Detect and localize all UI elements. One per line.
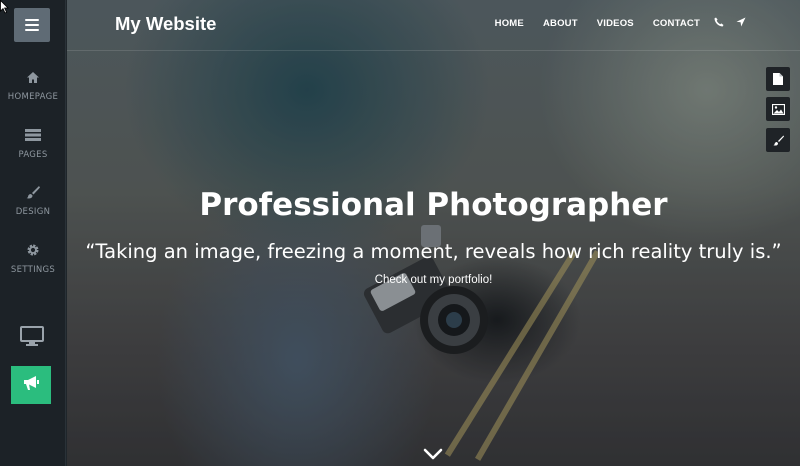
- hero-title: Professional Photographer: [199, 187, 668, 223]
- home-icon: [0, 68, 66, 86]
- top-navbar: My Website HOME ABOUT VIDEOS CONTACT: [67, 0, 800, 51]
- pages-icon: [0, 126, 66, 144]
- image-icon: [771, 100, 785, 119]
- brush-icon: [772, 131, 784, 150]
- sidebar-item-homepage[interactable]: HOMEPAGE: [0, 68, 66, 102]
- sidebar-item-label: HOMEPAGE: [7, 92, 59, 102]
- hero-background: [67, 0, 800, 466]
- monitor-icon[interactable]: [18, 326, 46, 348]
- image-tool-button[interactable]: [766, 97, 790, 121]
- nav-links: HOME ABOUT VIDEOS CONTACT: [495, 17, 800, 29]
- brush-icon: [0, 183, 66, 201]
- hamburger-line: [25, 24, 39, 26]
- hero-quote: “Taking an image, freezing a moment, rev…: [85, 240, 782, 263]
- sidebar-item-design[interactable]: DESIGN: [0, 183, 66, 217]
- sidebar-item-label: SETTINGS: [10, 265, 56, 275]
- sidebar-item-settings[interactable]: SETTINGS: [0, 241, 66, 275]
- promote-button[interactable]: [11, 366, 51, 404]
- nav-link-home[interactable]: HOME: [495, 18, 524, 29]
- nav-link-about[interactable]: ABOUT: [543, 18, 578, 29]
- gear-icon: [0, 241, 66, 259]
- hamburger-line: [25, 19, 39, 21]
- file-icon: [773, 70, 783, 89]
- menu-toggle-button[interactable]: [14, 8, 50, 42]
- file-tool-button[interactable]: [766, 67, 790, 91]
- megaphone-icon: [22, 375, 40, 395]
- sidebar-item-pages[interactable]: PAGES: [0, 126, 66, 160]
- brush-tool-button[interactable]: [766, 128, 790, 152]
- hamburger-line: [25, 29, 39, 31]
- sidebar-item-label: PAGES: [18, 150, 48, 160]
- location-arrow-icon[interactable]: [736, 17, 748, 29]
- editor-sidebar: HOMEPAGE PAGES DESIGN SETTINGS: [0, 0, 66, 466]
- nav-link-videos[interactable]: VIDEOS: [597, 18, 634, 29]
- nav-link-contact[interactable]: CONTACT: [653, 18, 700, 29]
- mouse-cursor: [0, 0, 9, 14]
- portfolio-link[interactable]: Check out my portfolio!: [67, 274, 800, 286]
- phone-icon[interactable]: [714, 17, 726, 29]
- chevron-down-icon[interactable]: [423, 446, 443, 460]
- site-brand[interactable]: My Website: [115, 13, 216, 35]
- sidebar-item-label: DESIGN: [15, 207, 51, 217]
